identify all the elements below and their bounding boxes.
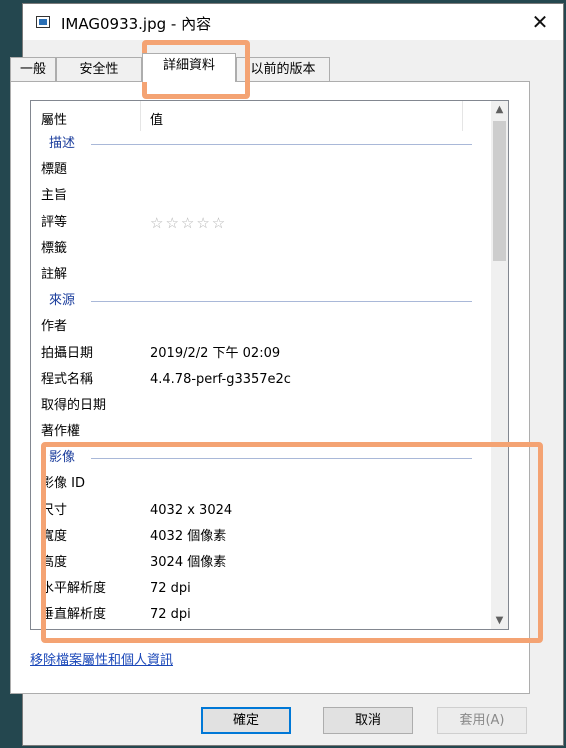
property-value: 72 dpi xyxy=(150,581,191,597)
group-divider xyxy=(91,458,472,460)
property-name: 標籤 xyxy=(41,240,68,256)
property-name: 程式名稱 xyxy=(41,371,94,387)
property-value: 72 dpi xyxy=(150,607,191,623)
tab-general[interactable]: 一般 xyxy=(10,57,56,81)
list-rows: 描述標題主旨評等 ☆☆☆☆☆ 標籤註解來源作者拍攝日期 2019/2/2 下午 02:… xyxy=(31,131,492,629)
header-property[interactable]: 屬性 xyxy=(41,109,67,128)
column-divider[interactable] xyxy=(462,101,463,131)
vertical-scrollbar[interactable]: ▲ ▼ xyxy=(491,101,508,629)
property-name: 作者 xyxy=(41,319,68,335)
property-value: 2019/2/2 下午 02:09 xyxy=(150,345,281,361)
property-name: 著作權 xyxy=(41,424,81,440)
apply-button[interactable]: 套用(A) xyxy=(437,707,527,734)
window-title: IMAG0933.jpg - 內容 xyxy=(61,15,212,33)
property-name: 主旨 xyxy=(41,188,68,204)
property-name: 高度 xyxy=(41,555,68,570)
property-value: 4.4.78-perf-g3357e2c xyxy=(150,371,291,387)
property-row[interactable]: 程式名稱 4.4.78-perf-g3357e2c xyxy=(31,367,492,393)
property-value: 4032 個像素 xyxy=(150,528,227,544)
property-row[interactable]: 註解 xyxy=(31,262,492,288)
property-name: 拍攝日期 xyxy=(41,345,94,361)
tab-previous-versions[interactable]: 以前的版本 xyxy=(236,57,330,81)
property-row[interactable]: 標題 xyxy=(31,157,492,183)
scroll-up-arrow-icon[interactable]: ▲ xyxy=(491,101,508,118)
property-name: 註解 xyxy=(41,266,68,282)
property-name: 影像 ID xyxy=(41,476,85,492)
tab-security[interactable]: 安全性 xyxy=(56,57,142,81)
group-label: 描述 xyxy=(49,136,76,151)
header-value[interactable]: 值 xyxy=(150,109,163,128)
property-value: 3024 個像素 xyxy=(150,555,227,570)
property-name: 垂直解析度 xyxy=(41,607,107,623)
property-row[interactable]: 著作權 xyxy=(31,419,492,445)
list-header: 屬性 值 xyxy=(31,101,492,131)
tab-details[interactable]: 詳細資料 xyxy=(142,53,236,82)
property-row[interactable]: 高度 3024 個像素 xyxy=(31,550,492,576)
details-panel: 屬性 值 描述標題主旨評等 ☆☆☆☆☆ 標籤註解來源作者拍攝日期 2019/2/2 下… xyxy=(10,82,530,694)
scrollbar-thumb[interactable] xyxy=(493,121,506,261)
property-row[interactable]: 水平解析度 72 dpi xyxy=(31,576,492,602)
group-label: 影像 xyxy=(49,450,76,466)
property-row[interactable]: 主旨 xyxy=(31,183,492,209)
property-row[interactable]: 作者 xyxy=(31,314,492,340)
property-row[interactable]: 寬度 4032 個像素 xyxy=(31,524,492,550)
remove-properties-link[interactable]: 移除檔案屬性和個人資訊 xyxy=(30,649,173,668)
group-divider xyxy=(91,144,472,145)
property-row[interactable]: 標籤 xyxy=(31,236,492,262)
property-name: 尺寸 xyxy=(41,502,68,518)
rating-stars[interactable]: ☆☆☆☆☆ xyxy=(150,210,227,236)
group-header[interactable]: 影像 xyxy=(31,445,492,471)
property-row[interactable]: 拍攝日期 2019/2/2 下午 02:09 xyxy=(31,341,492,367)
column-divider[interactable] xyxy=(140,101,141,131)
image-file-icon xyxy=(36,16,50,28)
group-header[interactable]: 描述 xyxy=(31,131,492,157)
close-button[interactable]: ✕ xyxy=(523,8,557,36)
ok-button[interactable]: 確定 xyxy=(201,707,291,734)
property-row[interactable]: 影像 ID xyxy=(31,471,492,497)
group-label: 來源 xyxy=(49,293,76,309)
property-row[interactable]: 評等 ☆☆☆☆☆ xyxy=(31,210,492,236)
tab-strip: 一般 安全性 詳細資料 以前的版本 xyxy=(10,53,530,82)
property-row[interactable]: 取得的日期 xyxy=(31,393,492,419)
property-name: 取得的日期 xyxy=(41,397,107,413)
cancel-button[interactable]: 取消 xyxy=(323,707,413,734)
property-name: 水平解析度 xyxy=(41,581,107,597)
property-value: 4032 x 3024 xyxy=(150,502,233,518)
property-name: 評等 xyxy=(41,214,68,230)
property-row[interactable]: 垂直解析度 72 dpi xyxy=(31,602,492,628)
title-bar: IMAG0933.jpg - 內容 ✕ xyxy=(23,4,563,40)
properties-list[interactable]: 屬性 值 描述標題主旨評等 ☆☆☆☆☆ 標籤註解來源作者拍攝日期 2019/2/2 下… xyxy=(30,100,509,630)
property-name: 寬度 xyxy=(41,528,68,544)
group-header[interactable]: 來源 xyxy=(31,288,492,314)
property-row[interactable]: 尺寸 4032 x 3024 xyxy=(31,498,492,524)
scroll-down-arrow-icon[interactable]: ▼ xyxy=(491,612,508,629)
property-name: 標題 xyxy=(41,162,68,178)
group-divider xyxy=(91,301,472,303)
